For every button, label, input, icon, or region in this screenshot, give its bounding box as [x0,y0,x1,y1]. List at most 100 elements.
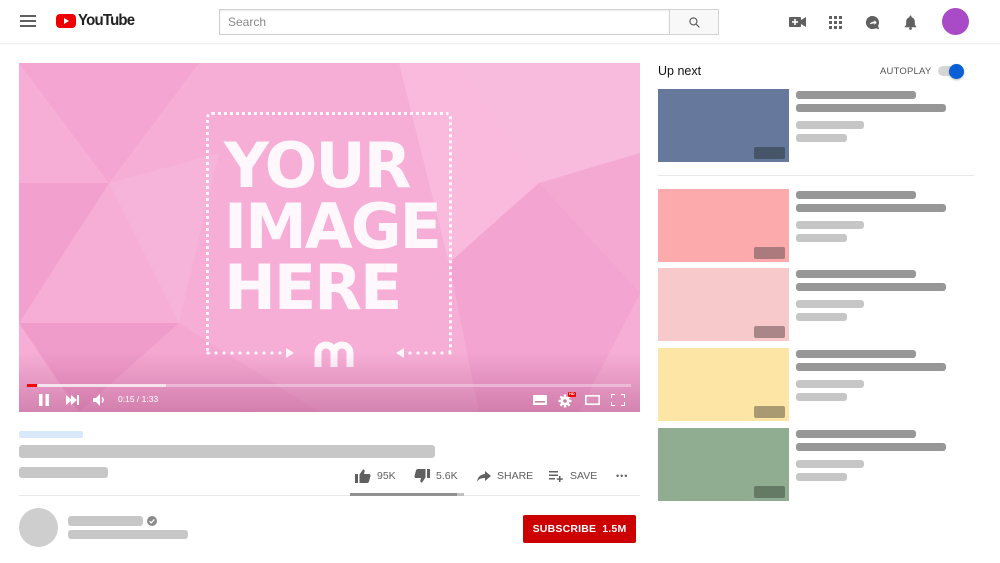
share-label: SHARE [497,470,534,482]
youtube-play-icon [56,13,76,28]
recommendation-meta-placeholder [796,234,847,242]
search-button[interactable] [669,9,719,35]
duration-badge [754,486,785,498]
recommendation-thumbnail[interactable] [658,428,789,501]
search-icon [688,16,700,28]
save-label: SAVE [570,470,598,482]
recommendation-title-placeholder [796,270,916,278]
more-icon: ••• [616,471,629,481]
sentiment-bar [350,493,464,496]
video-player[interactable]: YOUR IMAGE HERE 0:15 / 1:33 HD [19,63,640,412]
recommendation-meta-placeholder [796,300,864,308]
played-bar [27,384,37,387]
recommendation-title-placeholder [796,191,916,199]
progress-bar[interactable] [27,384,631,387]
verified-badge-icon [147,516,157,526]
pause-icon [39,394,49,406]
notifications-button[interactable] [901,11,919,33]
recommendation-item[interactable] [658,428,978,501]
recommendation-thumbnail[interactable] [658,89,789,162]
subscribe-button[interactable]: SUBSCRIBE 1.5M [523,515,636,543]
apps-grid-icon [828,15,842,29]
recommendation-meta-placeholder [796,121,864,129]
placeholder-line: YOUR [224,129,411,202]
channel-subtitle-placeholder [68,530,188,539]
recommendation-thumbnail[interactable] [658,189,789,262]
recommendation-item[interactable] [658,348,978,421]
recommendation-title-placeholder [796,350,916,358]
duration-badge [754,406,785,418]
up-next-divider [658,175,974,176]
add-to-playlist-icon [549,470,563,482]
duration-badge [754,326,785,338]
video-camera-add-icon [788,17,806,27]
volume-icon [93,394,104,406]
theater-mode-button[interactable] [584,392,600,408]
recommendation-title-placeholder [796,283,946,291]
recommendation-meta-placeholder [796,313,847,321]
dislike-button[interactable]: 5.6K [414,467,458,485]
next-button[interactable] [65,392,81,408]
like-count: 95K [377,470,396,482]
create-video-button[interactable] [787,11,807,33]
menu-icon[interactable] [20,15,36,27]
recommendation-title-placeholder [796,443,946,451]
share-button[interactable]: SHARE [477,467,533,485]
subtitles-icon [533,395,547,405]
recommendation-title-placeholder [796,204,946,212]
recommendation-item[interactable] [658,268,978,341]
channel-name-placeholder[interactable] [68,516,143,526]
recommendation-title-placeholder [796,430,916,438]
fullscreen-icon [611,394,625,406]
settings-button[interactable]: HD [558,391,576,408]
more-actions-button[interactable]: ••• [616,467,628,485]
time-display: 0:15 / 1:33 [118,394,159,404]
recommendation-thumbnail[interactable] [658,268,789,341]
theater-mode-icon [584,395,600,405]
info-divider [19,495,640,496]
pause-button[interactable] [36,392,52,408]
recommendation-meta-placeholder [796,473,847,481]
hd-badge: HD [569,391,575,396]
recommendation-thumbnail[interactable] [658,348,789,421]
search-input[interactable] [219,9,669,35]
subtitles-button[interactable] [532,392,548,408]
up-next-heading: Up next [658,64,702,78]
apps-button[interactable] [826,11,844,33]
hashtag-placeholder[interactable] [19,431,83,438]
save-button[interactable]: SAVE [549,467,597,485]
recommendation-item[interactable] [658,189,978,262]
thumbs-down-icon [414,469,430,483]
buffer-bar [27,384,166,387]
messages-icon [865,15,879,29]
youtube-logo[interactable]: YouTube [56,11,135,30]
search-bar [219,9,719,35]
next-icon [66,395,79,405]
recommendation-item[interactable] [658,89,978,162]
subscriber-count: 1.5M [602,523,627,535]
like-button[interactable]: 95K [355,467,396,485]
toggle-knob [949,64,964,79]
share-icon [477,470,491,482]
placeholder-line: IMAGE [224,190,442,263]
video-title-placeholder [19,445,435,458]
recommendation-meta-placeholder [796,221,864,229]
autoplay-toggle[interactable] [938,64,966,79]
messages-button[interactable] [863,11,881,33]
volume-button[interactable] [92,392,108,408]
channel-avatar[interactable] [19,508,58,547]
recommendation-meta-placeholder [796,380,864,388]
recommendation-meta-placeholder [796,393,847,401]
recommendation-title-placeholder [796,91,916,99]
logo-text: YouTube [78,11,135,30]
duration-badge [754,247,785,259]
fullscreen-button[interactable] [610,392,626,408]
recommendation-title-placeholder [796,363,946,371]
placeholder-line: HERE [224,251,402,324]
account-avatar[interactable] [942,8,969,35]
top-bar: YouTube [0,0,1000,44]
sentiment-like-fill [350,493,458,496]
autoplay-label: AUTOPLAY [880,66,932,77]
recommendation-meta-placeholder [796,134,847,142]
thumbs-up-icon [355,469,371,483]
